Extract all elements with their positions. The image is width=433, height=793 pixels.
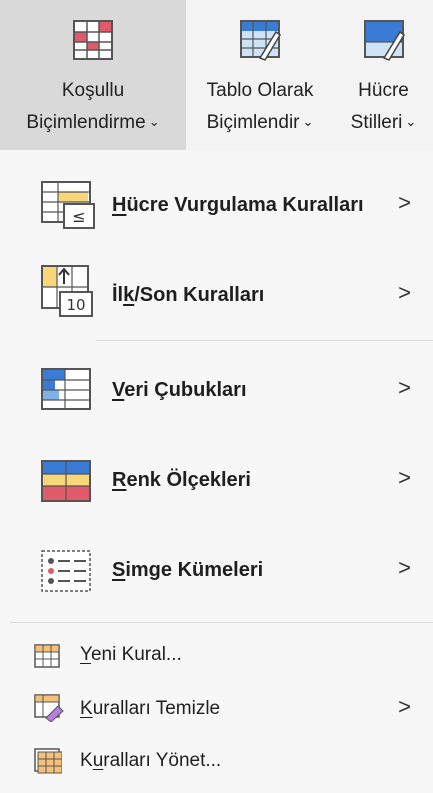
highlight-cells-rules-label: Hücre Vurgulama Kuralları xyxy=(112,194,364,217)
label-rest: ücre Vurgulama Kuralları xyxy=(126,194,364,216)
highlight-cells-rules-icon: ≤ xyxy=(41,181,95,229)
menu-item-manage-rules[interactable]: Kuralları Yönet... xyxy=(0,736,433,786)
chevron-down-icon: ⌄ xyxy=(405,114,417,129)
chevron-right-icon: > xyxy=(398,694,411,719)
conditional-formatting-label-1: Koşullu xyxy=(61,80,125,101)
label-rest: ralları Yönet... xyxy=(103,750,222,771)
access-key: S xyxy=(112,559,126,581)
access-key: V xyxy=(112,379,125,401)
chevron-right-icon: > xyxy=(398,465,411,490)
conditional-formatting-button[interactable]: Koşullu Biçimlendirme ⌄ xyxy=(0,0,186,150)
cell-styles-label-2: Stilleri xyxy=(350,112,403,133)
menu-item-color-scales[interactable]: Renk Ölçekleri > xyxy=(0,435,433,525)
menu-item-new-rule[interactable]: Yeni Kural... xyxy=(0,630,433,680)
format-as-table-label-1: Tablo Olarak xyxy=(206,80,314,101)
menu-item-icon-sets[interactable]: Simge Kümeleri > xyxy=(0,525,433,615)
top-bottom-rules-icon: 10 xyxy=(41,265,93,317)
menu-item-highlight-cells-rules[interactable]: ≤ Hücre Vurgulama Kuralları > xyxy=(0,160,433,250)
chevron-down-icon: ⌄ xyxy=(148,114,160,129)
label-rest: uralları Temizle xyxy=(92,698,221,719)
data-bars-label: Veri Çubukları xyxy=(112,379,247,402)
access-key: K xyxy=(80,698,93,719)
menu-item-top-bottom-rules[interactable]: 10 İlk/Son Kuralları > xyxy=(0,250,433,340)
chevron-right-icon: > xyxy=(398,375,411,400)
conditional-formatting-label-2: Biçimlendirme xyxy=(26,112,146,133)
access-key: k xyxy=(123,284,135,306)
access-key: Y xyxy=(80,644,91,665)
chevron-right-icon: > xyxy=(398,190,411,215)
label-rest: /Son Kuralları xyxy=(134,284,265,306)
cell-styles-button[interactable]: Hücre Stilleri ⌄ xyxy=(334,0,433,150)
clear-rules-icon xyxy=(34,694,64,722)
format-as-table-icon xyxy=(240,20,281,61)
new-rule-icon xyxy=(34,644,60,668)
cell-styles-icon xyxy=(363,20,405,61)
manage-rules-label: Kuralları Yönet... xyxy=(80,750,221,772)
clear-rules-label: Kuralları Temizle xyxy=(80,698,220,720)
menu-item-data-bars[interactable]: Veri Çubukları > xyxy=(0,345,433,435)
top-bottom-rules-label: İlk/Son Kuralları xyxy=(112,284,264,307)
conditional-formatting-icon xyxy=(73,20,113,60)
label-rest: imge Kümeleri xyxy=(125,559,264,581)
label-rest: eri Çubukları xyxy=(124,379,247,401)
format-as-table-button[interactable]: Tablo Olarak Biçimlendir ⌄ xyxy=(186,0,334,150)
menu-divider xyxy=(96,340,433,341)
label-rest: eni Kural... xyxy=(90,644,182,665)
icon-sets-label: Simge Kümeleri xyxy=(112,559,263,582)
label-pre: K xyxy=(80,750,93,771)
access-key: H xyxy=(112,194,127,216)
cell-styles-label-1: Hücre xyxy=(358,80,409,101)
ten-glyph: 10 xyxy=(66,296,85,314)
chevron-right-icon: > xyxy=(398,555,411,580)
ribbon: Koşullu Biçimlendirme ⌄ Tablo Olarak Biçi… xyxy=(0,0,433,150)
format-as-table-label-2: Biçimlendir xyxy=(206,112,300,133)
menu-item-clear-rules[interactable]: Kuralları Temizle > xyxy=(0,682,433,734)
chevron-right-icon: > xyxy=(398,280,411,305)
color-scales-icon xyxy=(41,460,91,502)
access-key: R xyxy=(112,469,127,491)
menu-divider xyxy=(10,622,433,623)
new-rule-label: Yeni Kural... xyxy=(80,644,182,666)
less-or-equal-glyph: ≤ xyxy=(72,207,85,226)
label-pre: İl xyxy=(112,284,124,306)
manage-rules-icon xyxy=(34,748,62,774)
conditional-formatting-menu: ≤ Hücre Vurgulama Kuralları > 10 İlk/Son… xyxy=(0,150,433,793)
access-key: u xyxy=(92,750,104,771)
label-rest: enk Ölçekleri xyxy=(126,469,251,491)
color-scales-label: Renk Ölçekleri xyxy=(112,469,251,492)
data-bars-icon xyxy=(41,368,91,410)
chevron-down-icon: ⌄ xyxy=(302,114,314,129)
icon-sets-icon xyxy=(41,550,91,592)
